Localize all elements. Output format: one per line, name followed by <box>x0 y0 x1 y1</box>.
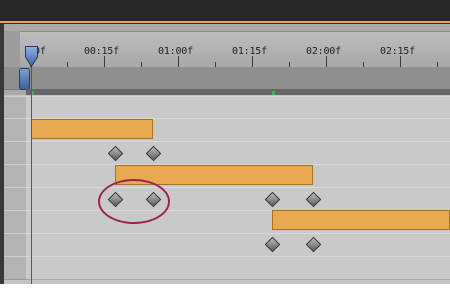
track-header <box>4 118 26 142</box>
title-strip <box>0 0 450 24</box>
track-row <box>4 141 450 165</box>
track-row <box>4 256 450 280</box>
track-header <box>4 96 26 120</box>
ruler-left-cap <box>4 31 20 67</box>
ruler-label: 02:00f <box>306 46 341 57</box>
ruler-tick-major <box>326 56 327 67</box>
time-navigator[interactable] <box>4 67 450 90</box>
layer-duration-bar[interactable] <box>272 210 450 230</box>
ruler-tick-major <box>178 56 179 67</box>
ruler-tick-major <box>104 56 105 67</box>
active-panel-highlight <box>0 21 450 23</box>
ruler-label: 01:15f <box>232 46 267 57</box>
track-row <box>4 233 450 257</box>
track-header <box>4 187 26 211</box>
panel-bottom-margin <box>0 284 450 289</box>
ruler-tick-major <box>252 56 253 67</box>
current-time-indicator-icon[interactable] <box>25 46 38 67</box>
playhead-line[interactable] <box>31 48 32 289</box>
layer-duration-bar[interactable] <box>31 119 153 139</box>
track-header <box>4 164 26 188</box>
track-header <box>4 141 26 165</box>
track-row <box>4 187 450 211</box>
track-header <box>4 210 26 234</box>
ruler-tick-major <box>400 56 401 67</box>
timeline-panel: 0f 00:15f 01:00f 01:15f 02:00f 02:15f <box>0 0 450 289</box>
ruler-label: 01:00f <box>158 46 193 57</box>
track-header <box>4 233 26 257</box>
ruler-label: 02:15f <box>380 46 415 57</box>
track-header <box>4 256 26 280</box>
track-row <box>4 96 450 120</box>
navigator-start-handle[interactable] <box>19 68 30 90</box>
ruler-label: 00:15f <box>84 46 119 57</box>
keyframe-selection-highlight <box>98 179 170 224</box>
